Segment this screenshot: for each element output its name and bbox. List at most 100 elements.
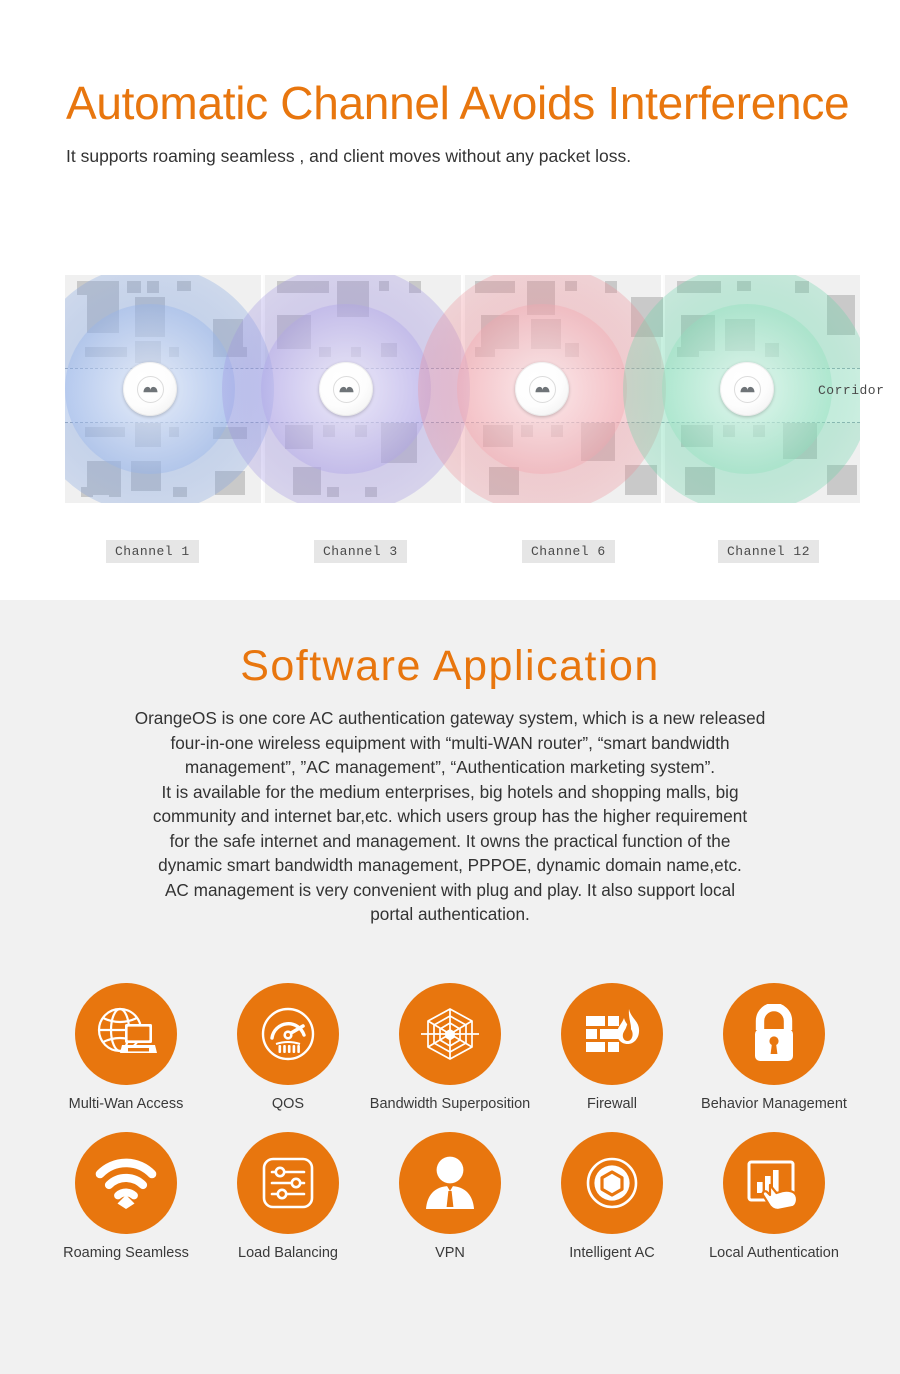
sliders-icon (262, 1157, 314, 1209)
floor-furniture (681, 315, 715, 351)
padlock-icon (755, 1004, 793, 1061)
floor-furniture (81, 487, 93, 497)
ap-brand-icon (143, 386, 157, 392)
feature-label: Behavior Management (701, 1096, 847, 1112)
floor-furniture (475, 281, 515, 293)
feature-item-behavior-management[interactable]: Behavior Management (693, 983, 855, 1112)
channel-chip: Channel 1 (106, 540, 199, 563)
floor-furniture (483, 425, 513, 447)
floor-furniture (213, 347, 247, 357)
feature-item-multi-wan-access[interactable]: Multi-Wan Access (45, 983, 207, 1112)
floor-furniture (551, 425, 563, 437)
feature-item-vpn[interactable]: VPN (369, 1132, 531, 1261)
floor-furniture (409, 281, 421, 293)
access-point-logo-ring (733, 375, 761, 403)
feature-item-bandwidth-superposition[interactable]: Bandwidth Superposition (369, 983, 531, 1112)
feature-item-qos[interactable]: QOS (207, 983, 369, 1112)
spider-web-icon (421, 1008, 479, 1060)
floor-furniture (177, 281, 191, 291)
feature-icon-badge (561, 983, 663, 1085)
feature-label: Multi-Wan Access (68, 1096, 184, 1112)
floor-furniture (337, 281, 369, 317)
software-application-section: Software Application OrangeOS is one cor… (0, 600, 900, 1374)
access-point-device[interactable] (515, 362, 569, 416)
feature-icon-badge (723, 1132, 825, 1234)
feature-label: Firewall (587, 1096, 637, 1112)
feature-icon-badge (723, 983, 825, 1085)
floor-furniture (737, 281, 751, 291)
floor-furniture (85, 347, 127, 357)
section-description: OrangeOS is one core AC authentication g… (134, 708, 766, 924)
floor-furniture (351, 347, 361, 357)
floor-furniture (355, 425, 367, 437)
channel-chip: Channel 6 (522, 540, 615, 563)
floor-furniture (631, 297, 663, 337)
firewall-flame-icon (586, 1009, 640, 1052)
channel-chip: Channel 12 (718, 540, 820, 563)
floor-furniture (85, 427, 125, 437)
feature-icon-badge (75, 983, 177, 1085)
feature-item-intelligent-ac[interactable]: Intelligent AC (531, 1132, 693, 1261)
floor-furniture (725, 319, 755, 351)
floor-furniture (783, 421, 817, 459)
floor-furniture (531, 319, 561, 349)
floor-furniture (109, 487, 121, 497)
floor-furniture (327, 487, 339, 497)
feature-label: Local Authentication (709, 1245, 839, 1261)
access-point-device[interactable] (123, 362, 177, 416)
ap-brand-icon (740, 386, 754, 392)
feature-item-load-balancing[interactable]: Load Balancing (207, 1132, 369, 1261)
floor-furniture (685, 467, 715, 495)
floor-furniture (765, 343, 779, 357)
feature-icon-badge (75, 1132, 177, 1234)
feature-label: QOS (271, 1096, 305, 1112)
floor-furniture (277, 315, 311, 349)
wifi-signal-icon (95, 1158, 157, 1209)
access-point-device[interactable] (720, 362, 774, 416)
floor-furniture (753, 425, 765, 437)
floor-furniture (381, 419, 417, 463)
access-point-logo-ring (136, 375, 164, 403)
feature-label: Load Balancing (238, 1245, 338, 1261)
floor-furniture (565, 281, 577, 291)
floor-furniture (527, 281, 555, 315)
floor-furniture (795, 281, 809, 293)
page-title: Automatic Channel Avoids Interference (66, 77, 850, 129)
feature-icon-badge (561, 1132, 663, 1234)
ap-brand-icon (535, 386, 549, 392)
floor-furniture (135, 341, 161, 363)
floor-furniture (135, 423, 161, 447)
feature-item-firewall[interactable]: Firewall (531, 983, 693, 1112)
floor-furniture (521, 425, 533, 437)
hero-section: Automatic Channel Avoids Interference It… (0, 0, 900, 600)
floor-furniture (169, 347, 179, 357)
floor-furniture (723, 425, 735, 437)
floor-furniture (481, 315, 519, 349)
feature-label: Roaming Seamless (63, 1245, 189, 1261)
speedometer-icon (261, 1007, 315, 1061)
access-point-logo-ring (528, 375, 556, 403)
feature-item-local-authentication[interactable]: Local Authentication (693, 1132, 855, 1261)
floor-furniture (581, 421, 615, 461)
ap-brand-icon (339, 386, 353, 392)
floor-furniture (379, 281, 389, 291)
feature-label: Bandwidth Superposition (369, 1096, 531, 1112)
page-subtitle: It supports roaming seamless , and clien… (66, 146, 632, 166)
floor-furniture (323, 425, 335, 437)
floor-furniture (135, 297, 165, 337)
floor-furniture (827, 465, 857, 495)
access-point-device[interactable] (319, 362, 373, 416)
floor-furniture (277, 281, 329, 293)
floor-furniture (87, 289, 119, 333)
feature-label: VPN (435, 1245, 465, 1261)
feature-icon-badge (399, 983, 501, 1085)
globe-laptop-icon (97, 1007, 157, 1053)
channel-chip: Channel 3 (314, 540, 407, 563)
floor-furniture (475, 347, 495, 357)
feature-row: Roaming Seamless Load Balancing VPN Inte… (45, 1132, 855, 1261)
floor-furniture (319, 347, 331, 357)
feature-icon-badge (237, 1132, 339, 1234)
feature-item-roaming-seamless[interactable]: Roaming Seamless (45, 1132, 207, 1261)
floor-furniture (131, 461, 161, 491)
feature-label: Intelligent AC (569, 1245, 655, 1261)
